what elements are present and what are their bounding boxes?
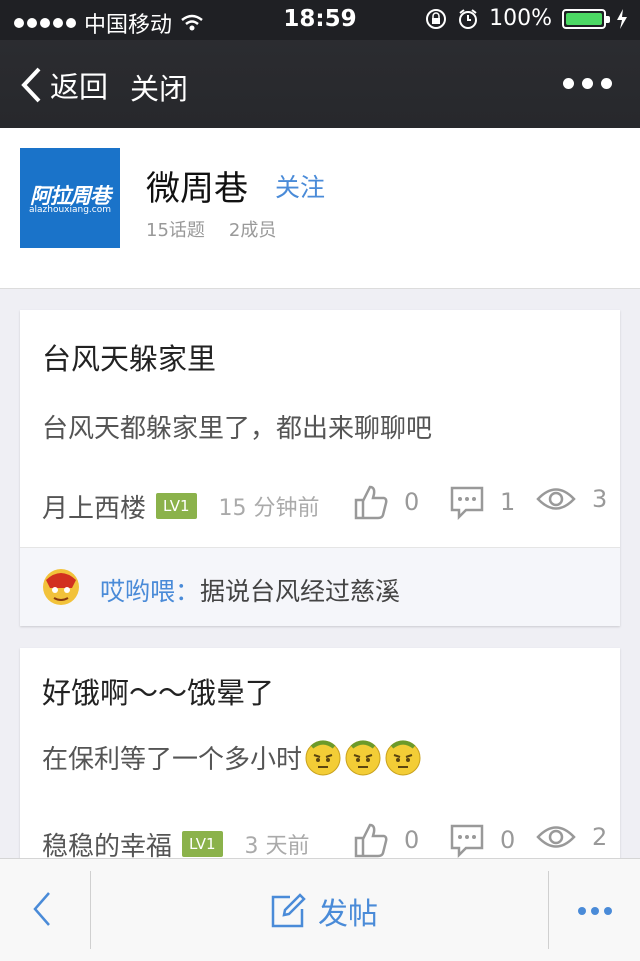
like-count: 0	[404, 488, 420, 516]
emoji-icon	[385, 740, 421, 776]
edit-icon	[271, 893, 306, 928]
post-meta: 月上西楼 LV1 15 分钟前	[42, 486, 620, 526]
avatar	[43, 569, 79, 605]
emoji-icon	[345, 740, 381, 776]
toolbar-divider	[90, 871, 91, 949]
group-name: 微周巷	[146, 169, 248, 209]
charging-icon	[617, 8, 627, 29]
eye-icon	[536, 488, 576, 510]
comment-count: 0	[500, 826, 516, 854]
reply-text: 哎哟喂：据说台风经过慈溪	[100, 572, 400, 608]
alarm-icon	[459, 8, 478, 29]
thumbs-up-icon	[354, 823, 388, 858]
battery-level	[566, 12, 602, 25]
view-count-display: 3	[536, 484, 607, 514]
comment-button[interactable]: 0	[450, 822, 515, 858]
more-options-button[interactable]	[563, 78, 612, 89]
new-post-label: 发帖	[318, 897, 378, 932]
post-time: 15 分钟前	[218, 496, 320, 521]
group-header: 阿拉周巷 alazhouxiang.com 微周巷 关注 15话题 2成员	[0, 128, 640, 289]
new-post-button[interactable]: 发帖	[270, 889, 378, 933]
group-logo: 阿拉周巷 alazhouxiang.com	[20, 148, 120, 248]
level-badge: LV1	[182, 831, 223, 857]
logo-url: alazhouxiang.com	[28, 205, 111, 215]
level-badge: LV1	[156, 493, 197, 519]
emoji-icon	[305, 740, 341, 776]
comment-icon	[450, 486, 484, 520]
post-author[interactable]: 稳稳的幸福	[42, 826, 172, 863]
post-body: 台风天都躲家里了，都出来聊聊吧	[42, 414, 433, 444]
back-button[interactable]: 返回	[20, 64, 108, 106]
bottom-toolbar: 发帖	[0, 858, 640, 961]
toolbar-divider	[548, 871, 549, 949]
chevron-left-icon	[21, 67, 41, 103]
comment-button[interactable]: 1	[450, 484, 515, 520]
post-time: 3 天前	[244, 834, 310, 859]
battery-icon	[562, 8, 610, 29]
comment-count: 1	[500, 488, 516, 516]
eye-icon	[536, 826, 576, 848]
like-button[interactable]: 0	[354, 822, 419, 858]
like-button[interactable]: 0	[354, 484, 419, 520]
back-label: 返回	[50, 70, 109, 104]
status-bar: 中国移动 18:59 100%	[0, 0, 640, 40]
comment-icon	[450, 824, 484, 858]
group-stats: 15话题 2成员	[146, 216, 276, 242]
close-button[interactable]: 关闭	[130, 66, 188, 108]
reply-preview[interactable]: 哎哟喂：据说台风经过慈溪	[20, 547, 620, 626]
like-count: 0	[404, 826, 420, 854]
topic-count: 15话题	[146, 220, 205, 241]
view-count-display: 2	[536, 822, 607, 852]
post-title: 好饿啊～～饿晕了	[42, 676, 275, 710]
reply-user[interactable]: 哎哟喂：	[100, 577, 200, 606]
rotation-lock-icon	[426, 8, 447, 29]
toolbar-back-button[interactable]	[0, 859, 90, 961]
post-body-text: 在保利等了一个多小时	[42, 744, 303, 775]
reply-content: 据说台风经过慈溪	[200, 577, 401, 606]
toolbar-more-button[interactable]	[578, 907, 612, 915]
post-author[interactable]: 月上西楼	[42, 488, 146, 525]
nav-bar: 返回 关闭	[0, 40, 640, 128]
follow-button[interactable]: 关注	[275, 168, 325, 204]
member-count: 2成员	[228, 220, 277, 241]
battery-percent: 100%	[489, 6, 552, 31]
post-title: 台风天躲家里	[42, 342, 217, 376]
chevron-left-icon	[33, 892, 50, 926]
view-count: 3	[592, 485, 608, 513]
view-count: 2	[592, 823, 608, 851]
thumbs-up-icon	[354, 485, 388, 520]
post-body: 在保利等了一个多小时	[42, 738, 422, 776]
post-card[interactable]: 台风天躲家里 台风天都躲家里了，都出来聊聊吧 月上西楼 LV1 15 分钟前 0…	[20, 310, 620, 626]
